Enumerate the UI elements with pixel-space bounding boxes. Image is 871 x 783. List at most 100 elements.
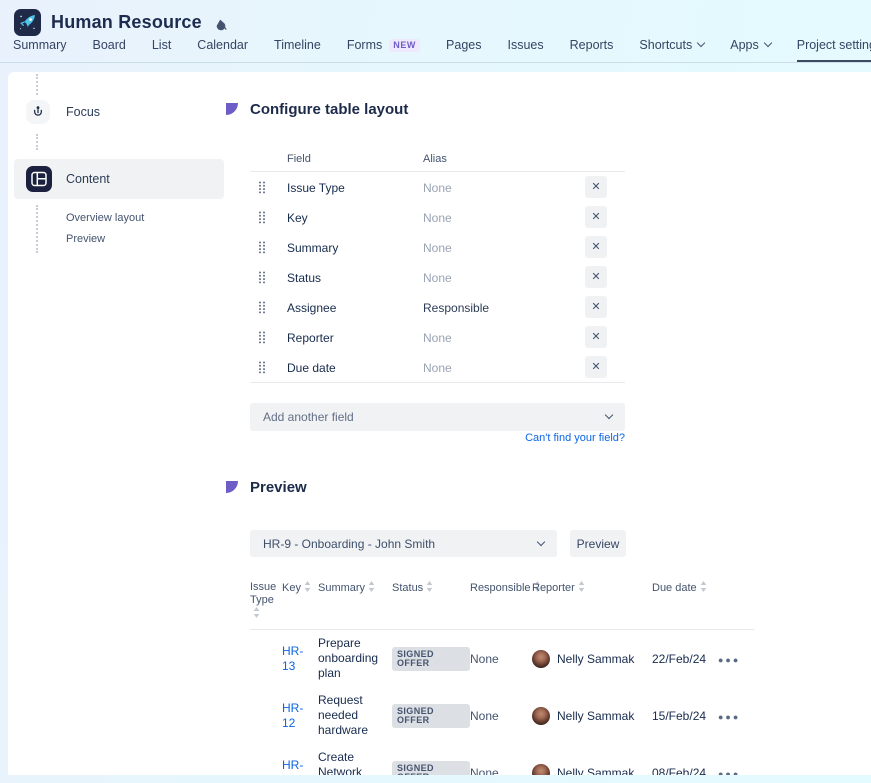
add-field-placeholder: Add another field <box>263 410 354 424</box>
sort-icon <box>426 581 433 592</box>
field-row: Summary None ✕ <box>250 232 625 262</box>
nav-tab-summary[interactable]: Summary <box>13 38 66 62</box>
nav-tab-shortcuts[interactable]: Shortcuts <box>639 38 704 62</box>
sidebar-subitem-preview[interactable]: Preview <box>66 233 105 245</box>
field-row: Assignee Responsible ✕ <box>250 292 625 322</box>
issue-key-link[interactable]: HR-11 <box>282 758 309 776</box>
nav-tab-issues[interactable]: Issues <box>508 38 544 62</box>
field-row: Key None ✕ <box>250 202 625 232</box>
nav-tab-board[interactable]: Board <box>92 38 125 62</box>
nav-tab-label: List <box>152 38 171 52</box>
close-icon: ✕ <box>591 271 600 283</box>
nav-tab-list[interactable]: List <box>152 38 171 62</box>
sidebar-connector-line <box>36 74 38 95</box>
drag-handle-icon[interactable] <box>258 211 266 224</box>
field-alias-value[interactable]: None <box>423 271 452 285</box>
due-date: 08/Feb/24 <box>652 766 718 776</box>
nav-tab-apps[interactable]: Apps <box>730 38 771 62</box>
preview-column-header-summary[interactable]: Summary <box>318 577 392 595</box>
nav-tab-label: Issues <box>508 38 544 52</box>
section-accent-icon <box>226 481 238 493</box>
field-name: Reporter <box>287 331 334 345</box>
field-alias-value[interactable]: None <box>423 331 452 345</box>
remove-field-button[interactable]: ✕ <box>585 326 607 348</box>
sidebar-subitem-overview-layout[interactable]: Overview layout <box>66 212 144 224</box>
preview-column-label: Responsible <box>470 582 531 594</box>
field-alias-value[interactable]: None <box>423 181 452 195</box>
issue-key-link[interactable]: HR-12 <box>282 701 309 731</box>
cant-find-field-link[interactable]: Can't find your field? <box>250 432 625 444</box>
chevron-down-icon <box>763 39 771 47</box>
nav-tab-label: Timeline <box>274 38 321 52</box>
nav-tab-label: Shortcuts <box>639 38 692 52</box>
remove-field-button[interactable]: ✕ <box>585 296 607 318</box>
field-alias-value[interactable]: Responsible <box>423 301 489 315</box>
configure-section-title: Configure table layout <box>250 101 408 118</box>
remove-field-button[interactable]: ✕ <box>585 206 607 228</box>
row-actions-button[interactable]: ●●● <box>718 712 740 722</box>
preview-column-label: Summary <box>318 582 365 594</box>
nav-tab-reports[interactable]: Reports <box>570 38 614 62</box>
field-alias-value[interactable]: None <box>423 361 452 375</box>
preview-issue-select[interactable]: HR-9 - Onboarding - John Smith <box>250 530 557 557</box>
drag-handle-icon[interactable] <box>258 301 266 314</box>
preview-button[interactable]: Preview <box>570 530 626 557</box>
remove-field-button[interactable]: ✕ <box>585 236 607 258</box>
column-header-field: Field <box>287 153 311 165</box>
nav-tab-calendar[interactable]: Calendar <box>197 38 248 62</box>
project-header: Human Resource <box>14 9 227 36</box>
drag-handle-icon[interactable] <box>258 331 266 344</box>
nav-tab-label: Reports <box>570 38 614 52</box>
preview-column-header-reporter[interactable]: Reporter <box>532 577 652 595</box>
nav-tab-timeline[interactable]: Timeline <box>274 38 321 62</box>
row-actions-button[interactable]: ●●● <box>718 769 740 776</box>
reporter-name: Nelly Sammak <box>557 709 634 723</box>
row-actions-button[interactable]: ●●● <box>718 655 740 665</box>
field-name: Issue Type <box>287 181 345 195</box>
settings-panel: Focus Content Overview layout Preview Co… <box>8 72 871 775</box>
issue-key-link[interactable]: HR-13 <box>282 644 309 674</box>
remove-field-button[interactable]: ✕ <box>585 176 607 198</box>
preview-column-header-responsible[interactable]: Responsible <box>470 577 532 595</box>
preview-column-header-key[interactable]: Key <box>282 577 318 595</box>
issue-summary: Request needed hardware <box>318 693 392 738</box>
ellipsis-icon: ●●● <box>718 769 740 776</box>
close-icon: ✕ <box>591 211 600 223</box>
project-avatar-rocket-icon[interactable] <box>14 9 41 36</box>
preview-column-header-issue-type[interactable]: Issue Type <box>250 577 282 621</box>
sort-icon <box>253 607 260 618</box>
sidebar-item-label: Focus <box>66 105 100 119</box>
close-icon: ✕ <box>591 361 600 373</box>
preview-column-label: Issue Type <box>250 581 276 606</box>
drag-handle-icon[interactable] <box>258 181 266 194</box>
field-row: Reporter None ✕ <box>250 322 625 352</box>
close-icon: ✕ <box>591 331 600 343</box>
nav-tab-project-settings[interactable]: Project settings <box>797 38 871 62</box>
app-window: Human Resource Summary Board List Calend… <box>0 0 871 783</box>
responsible-value: None <box>470 652 532 666</box>
drag-handle-icon[interactable] <box>258 241 266 254</box>
layout-content-icon <box>26 166 52 192</box>
field-alias-value[interactable]: None <box>423 211 452 225</box>
reporter-avatar <box>532 650 550 668</box>
remove-field-button[interactable]: ✕ <box>585 266 607 288</box>
sidebar-connector-line <box>36 134 38 150</box>
nav-tab-label: Calendar <box>197 38 248 52</box>
field-name: Summary <box>287 241 338 255</box>
add-field-select[interactable]: Add another field <box>250 403 625 431</box>
nav-tab-forms[interactable]: FormsNEW <box>347 38 420 62</box>
field-alias-value[interactable]: None <box>423 241 452 255</box>
theme-paint-icon[interactable] <box>214 18 227 31</box>
sidebar-item-content[interactable]: Content <box>14 159 224 199</box>
sidebar-item-focus[interactable]: Focus <box>26 99 216 124</box>
field-config-table: Field Alias Issue Type None ✕ <box>250 152 625 383</box>
remove-field-button[interactable]: ✕ <box>585 356 607 378</box>
drag-handle-icon[interactable] <box>258 361 266 374</box>
preview-column-header-due-date[interactable]: Due date <box>652 577 718 595</box>
drag-handle-icon[interactable] <box>258 271 266 284</box>
nav-tab-pages[interactable]: Pages <box>446 38 481 62</box>
preview-table-row: HR-12 Request needed hardware SIGNED OFF… <box>250 687 754 744</box>
preview-column-header-status[interactable]: Status <box>392 577 470 595</box>
chevron-down-icon <box>697 39 705 47</box>
field-row: Issue Type None ✕ <box>250 172 625 202</box>
